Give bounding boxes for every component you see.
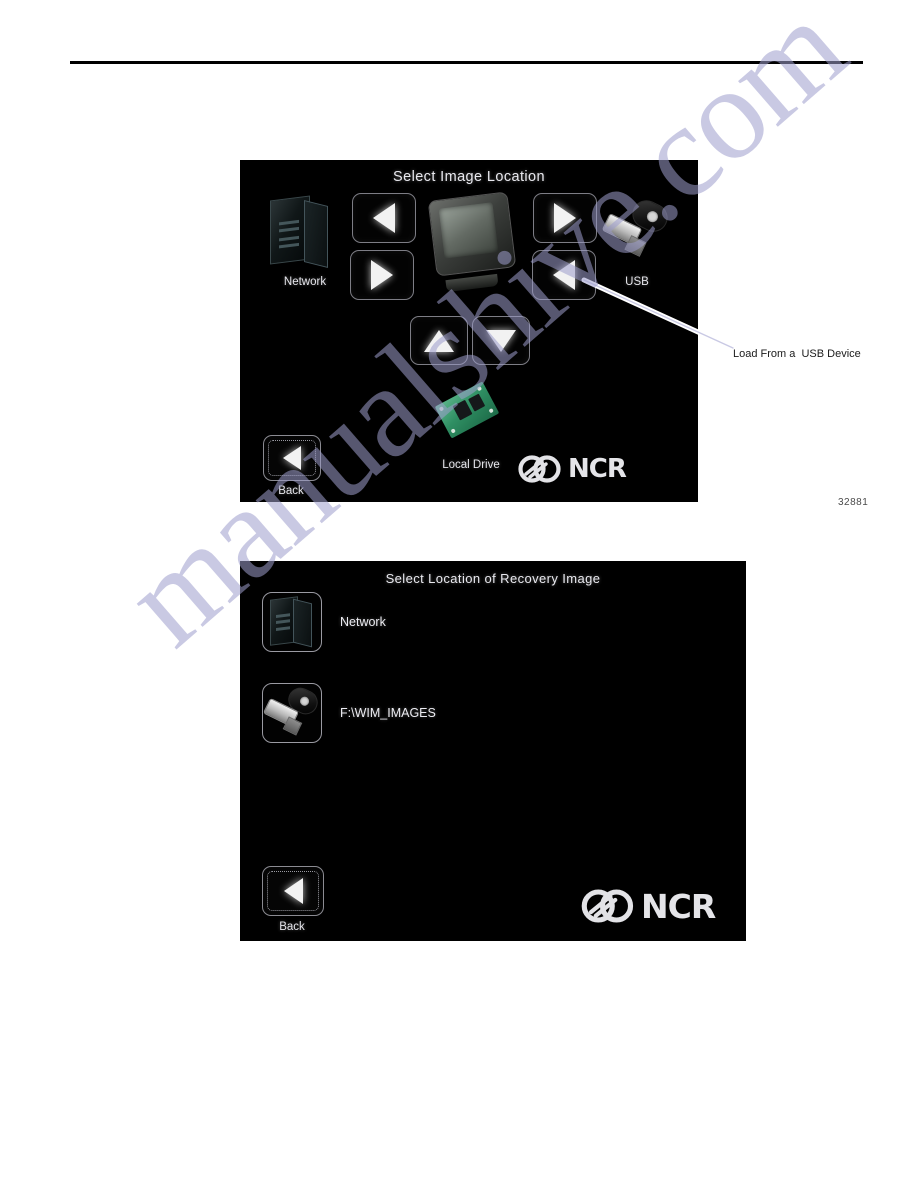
triangle-left-icon [283, 878, 303, 904]
usb-device-label: USB [625, 276, 649, 288]
triangle-left-icon [283, 446, 301, 470]
local-drive-image[interactable] [434, 381, 500, 440]
ssd-board-icon [434, 381, 500, 439]
triangle-down-icon [486, 329, 516, 352]
back-button[interactable] [263, 435, 321, 481]
triangle-right-icon [554, 203, 576, 233]
callout-label: Load From a USB Device [733, 348, 861, 360]
local-drive-label: Local Drive [442, 459, 500, 471]
triangle-up-icon [424, 329, 454, 352]
usb-device-image[interactable] [601, 195, 673, 262]
back-button-label: Back [279, 921, 305, 933]
ncr-wordmark: NCR [568, 454, 627, 484]
figure-one-screenshot: Select Image Location Network USB Local … [240, 160, 698, 502]
network-icon [262, 592, 322, 652]
network-row-label: Network [340, 615, 386, 629]
usb-path-row-label: F:\WIM_IMAGES [340, 706, 436, 720]
scroll-right-button[interactable] [533, 193, 597, 243]
usb-path-row[interactable]: F:\WIM_IMAGES [262, 683, 436, 743]
pos-terminal-image[interactable] [427, 191, 524, 293]
network-door-icon [304, 200, 328, 268]
network-device-label: Network [283, 276, 327, 288]
scroll-left-button[interactable] [352, 193, 416, 243]
ncr-logo: NCR [517, 453, 627, 485]
scroll-down-button[interactable] [472, 316, 530, 365]
pos-terminal-icon [427, 191, 517, 277]
usb-icon [262, 683, 322, 743]
ncr-wordmark: NCR [641, 886, 716, 926]
figure-one-title: Select Image Location [393, 169, 545, 185]
header-rule [70, 61, 863, 64]
back-button[interactable] [262, 866, 324, 916]
scroll-up-button[interactable] [410, 316, 468, 365]
scroll-left-lower-button[interactable] [350, 250, 414, 300]
figure-two-title: Select Location of Recovery Image [385, 571, 601, 586]
triangle-left-icon [373, 203, 395, 233]
network-device-image[interactable] [270, 195, 336, 270]
ncr-mark-icon [518, 455, 561, 483]
triangle-right-icon [371, 260, 393, 290]
figure-number: 32881 [838, 497, 869, 508]
select-usb-button[interactable] [532, 250, 596, 300]
ncr-logo: NCR [580, 886, 716, 926]
back-button-label: Back [278, 485, 304, 497]
network-row[interactable]: Network [262, 592, 386, 652]
ncr-mark-icon [581, 889, 634, 923]
figure-two-screenshot: Select Location of Recovery Image Networ… [240, 561, 746, 941]
triangle-left-icon [553, 260, 575, 290]
